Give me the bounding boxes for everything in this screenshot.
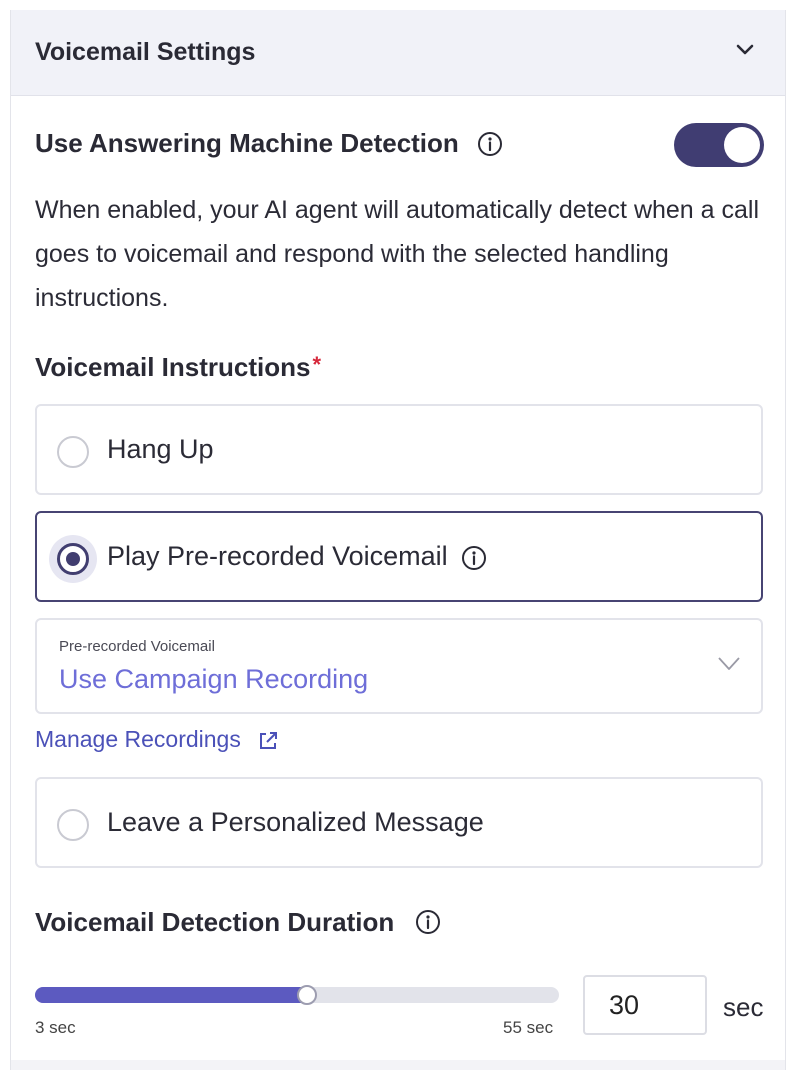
radio-personalized-message[interactable] xyxy=(57,809,89,841)
slider-max-label: 55 sec xyxy=(503,1018,554,1037)
select-value: Use Campaign Recording xyxy=(59,664,369,694)
chevron-down-icon xyxy=(718,657,740,670)
select-caption: Pre-recorded Voicemail xyxy=(59,638,215,655)
option-label: Leave a Personalized Message xyxy=(107,807,484,837)
duration-unit: sec xyxy=(723,992,764,1022)
option-personalized-message[interactable]: Leave a Personalized Message xyxy=(35,777,763,868)
slider-min-label: 3 sec xyxy=(35,1018,76,1037)
option-label: Play Pre-recorded Voicemail xyxy=(107,541,448,571)
info-icon[interactable] xyxy=(461,545,487,571)
option-hang-up[interactable]: Hang Up xyxy=(35,404,763,495)
manage-recordings-link[interactable]: Manage Recordings xyxy=(35,726,241,753)
radio-play-prerecorded[interactable] xyxy=(57,543,89,575)
section-title: Voicemail Settings xyxy=(35,38,256,66)
instructions-label-text: Voicemail Instructions xyxy=(35,352,311,382)
amd-toggle[interactable] xyxy=(674,123,764,167)
instructions-label: Voicemail Instructions* xyxy=(35,352,321,383)
external-link-icon[interactable] xyxy=(257,730,279,752)
option-label: Hang Up xyxy=(107,434,214,464)
info-icon[interactable] xyxy=(415,909,441,935)
chevron-down-icon[interactable] xyxy=(732,40,758,60)
info-icon[interactable] xyxy=(477,131,503,157)
duration-slider-thumb[interactable] xyxy=(297,985,317,1005)
radio-hang-up[interactable] xyxy=(57,436,89,468)
toggle-knob xyxy=(724,127,760,163)
required-mark: * xyxy=(312,352,322,377)
duration-slider-fill xyxy=(35,987,307,1003)
duration-input[interactable] xyxy=(583,975,707,1035)
amd-description: When enabled, your AI agent will automat… xyxy=(35,196,760,312)
option-play-prerecorded[interactable]: Play Pre-recorded Voicemail xyxy=(35,511,763,602)
prerecorded-voicemail-select[interactable]: Pre-recorded Voicemail Use Campaign Reco… xyxy=(35,618,763,714)
amd-label: Use Answering Machine Detection xyxy=(35,128,459,158)
section-header[interactable]: Voicemail Settings xyxy=(11,10,785,96)
duration-label: Voicemail Detection Duration xyxy=(35,907,395,937)
radio-selected-dot xyxy=(66,552,80,566)
voicemail-settings-panel: Voicemail Settings Use Answering Machine… xyxy=(10,10,786,1070)
next-section-strip xyxy=(11,1060,785,1070)
